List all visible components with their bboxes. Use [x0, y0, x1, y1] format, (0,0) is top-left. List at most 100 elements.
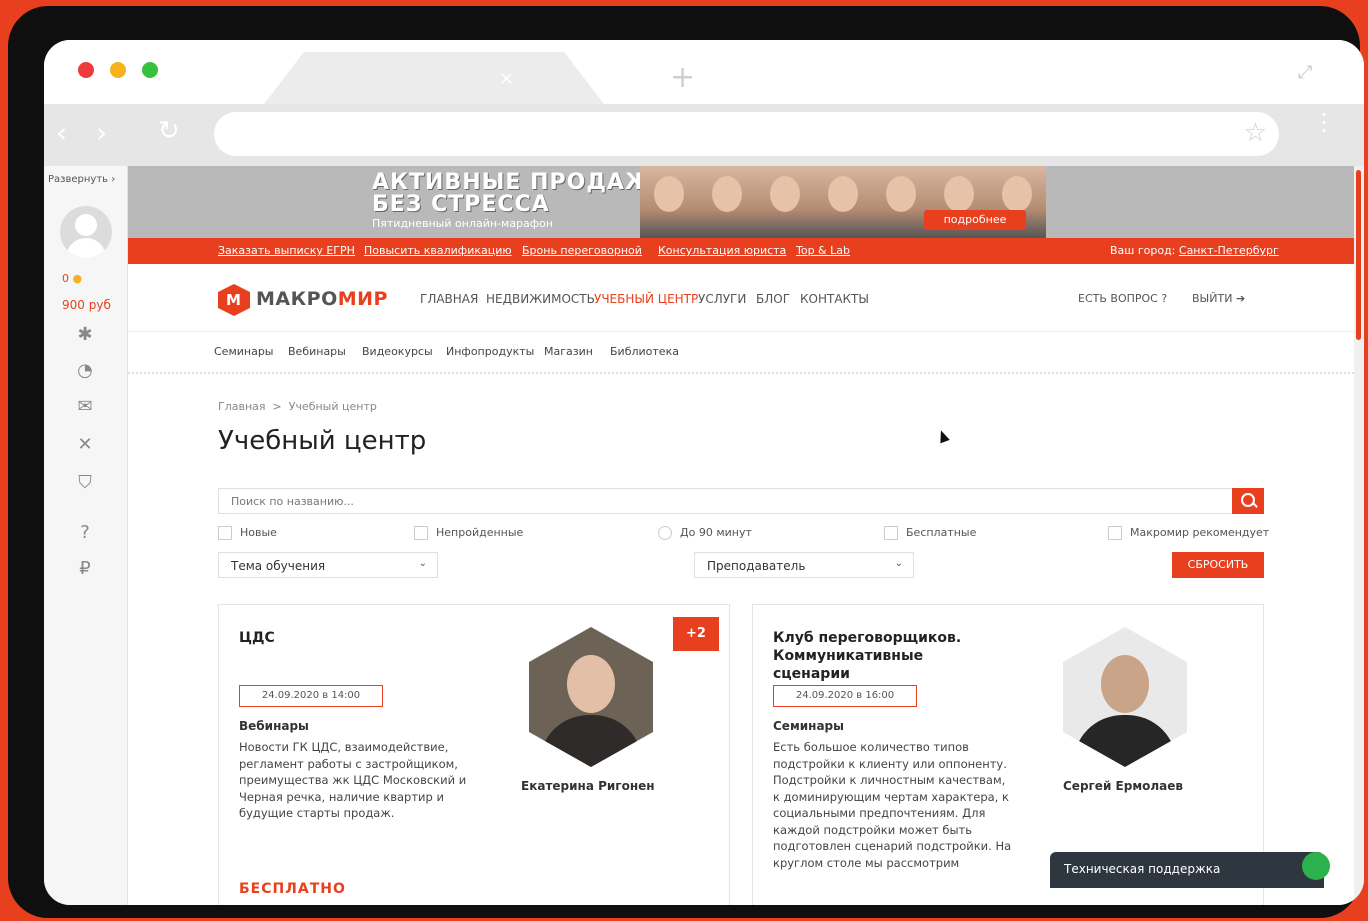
banner-photo — [698, 166, 756, 238]
filter-under-90[interactable]: До 90 минут — [658, 526, 752, 540]
bookmark-star-icon[interactable]: ☆ — [1244, 118, 1267, 148]
filter-free[interactable]: Бесплатные — [884, 526, 976, 540]
subnav-videocourses[interactable]: Видеокурсы — [362, 345, 433, 358]
filter-new[interactable]: Новые — [218, 526, 277, 540]
sidebar-expand[interactable]: Развернуть › — [48, 174, 115, 185]
teacher-photo — [1063, 627, 1187, 767]
logout-icon: ➔ — [1235, 292, 1246, 305]
close-window-button[interactable] — [78, 62, 94, 78]
card-description: Новости ГК ЦДС, взаимодействие, регламен… — [239, 740, 467, 820]
link-lawyer[interactable]: Консультация юриста — [658, 244, 786, 257]
main-content: Главная > Учебный центр Учебный центр Но… — [128, 374, 1354, 905]
top-links-bar: Заказать выписку ЕГРН Повысить квалифика… — [128, 238, 1354, 264]
nav-blog[interactable]: БЛОГ — [756, 292, 790, 306]
tools-icon[interactable]: ✕ — [72, 432, 98, 458]
breadcrumb-home[interactable]: Главная — [218, 400, 266, 413]
checkbox[interactable] — [1108, 526, 1122, 540]
subnav-seminars[interactable]: Семинары — [214, 345, 274, 358]
fullscreen-icon[interactable]: ⤢ — [1298, 62, 1312, 83]
minimize-window-button[interactable] — [110, 62, 126, 78]
coins-balance: 0 ● — [62, 272, 83, 285]
question-link[interactable]: ЕСТЬ ВОПРОС ? — [1078, 292, 1167, 305]
chevron-down-icon: ⌄ — [894, 558, 903, 569]
link-toplab[interactable]: Top & Lab — [796, 244, 850, 257]
banner-subtitle: Пятидневный онлайн-марафон — [372, 217, 554, 230]
link-room-booking[interactable]: Бронь переговорной — [522, 244, 642, 257]
new-tab-icon[interactable]: + — [670, 60, 695, 95]
page-scrollbar[interactable] — [1354, 166, 1364, 905]
browser-menu-icon[interactable]: ⋮ — [1312, 110, 1336, 134]
checkbox[interactable] — [884, 526, 898, 540]
nav-services[interactable]: УСЛУГИ — [698, 292, 746, 306]
browser-tab[interactable] — [264, 52, 604, 104]
logout-link[interactable]: ВЫЙТИ ➔ — [1192, 292, 1245, 305]
filter-not-completed[interactable]: Непройденные — [414, 526, 523, 540]
card-title[interactable]: ЦДС — [239, 629, 459, 647]
banner-photo — [814, 166, 872, 238]
nav-contacts[interactable]: КОНТАКТЫ — [800, 292, 869, 306]
search-icon[interactable] — [1232, 488, 1264, 514]
breadcrumb: Главная > Учебный центр — [218, 400, 377, 413]
coin-icon: ● — [72, 272, 83, 285]
address-bar[interactable]: ☆ — [214, 112, 1279, 156]
city-link[interactable]: Санкт-Петербург — [1179, 244, 1279, 257]
title-bar: × + ⤢ — [44, 40, 1364, 104]
city-selector[interactable]: Ваш город: Санкт-Петербург — [1110, 244, 1279, 257]
link-qualification[interactable]: Повысить квалификацию — [364, 244, 512, 257]
nav-home[interactable]: ГЛАВНАЯ — [420, 292, 478, 306]
teacher-photo — [529, 627, 653, 767]
nav-training-center[interactable]: УЧЕБНЫЙ ЦЕНТР — [594, 292, 698, 306]
avatar[interactable] — [60, 206, 112, 258]
banner-more-button[interactable]: подробнее — [924, 210, 1026, 230]
nav-realty[interactable]: НЕДВИЖИМОСТЬ — [486, 292, 595, 306]
teacher-name: Екатерина Ригонен — [521, 779, 655, 793]
checkbox[interactable] — [414, 526, 428, 540]
more-dates-badge[interactable]: +2 — [673, 617, 719, 651]
ruble-icon[interactable]: ₽ — [72, 556, 98, 582]
browser-toolbar: ‹ › ↻ ☆ ⋮ — [44, 104, 1364, 166]
help-icon[interactable]: ? — [72, 520, 98, 546]
chevron-down-icon: ⌄ — [418, 558, 427, 569]
chat-icon — [1302, 852, 1330, 880]
price-label: БЕСПЛАТНО — [239, 881, 346, 897]
maximize-window-button[interactable] — [142, 62, 158, 78]
subnav-infoproducts[interactable]: Инфопродукты — [446, 345, 534, 358]
logo[interactable]: МАКРОМИР — [256, 288, 388, 310]
forward-icon[interactable]: › — [96, 116, 107, 149]
tech-support-widget[interactable]: Техническая поддержка — [1050, 852, 1330, 888]
teacher-name: Сергей Ермолаев — [1063, 779, 1183, 793]
course-card[interactable]: ЦДС 24.09.2020 в 14:00 Вебинары Новости … — [218, 604, 730, 905]
checkbox[interactable] — [218, 526, 232, 540]
card-date: 24.09.2020 в 14:00 — [239, 685, 383, 707]
subnav-library[interactable]: Библиотека — [610, 345, 679, 358]
card-date: 24.09.2020 в 16:00 — [773, 685, 917, 707]
shield-icon[interactable]: ⛉ — [72, 470, 98, 496]
reset-button[interactable]: СБРОСИТЬ — [1172, 552, 1264, 578]
tab-close-icon[interactable]: × — [499, 68, 514, 89]
topic-select[interactable]: Тема обучения ⌄ — [218, 552, 438, 578]
sidebar: Развернуть › 0 ● 900 руб ✱ ◔ ✉ ✕ ⛉ ? ₽ — [44, 166, 128, 905]
logo-icon[interactable] — [218, 284, 250, 316]
link-egrn[interactable]: Заказать выписку ЕГРН — [218, 244, 355, 257]
sub-navigation: Семинары Вебинары Видеокурсы Инфопродукт… — [128, 332, 1354, 374]
card-description: Есть большое количество типов подстройки… — [773, 740, 1012, 870]
card-category: Семинары — [773, 719, 844, 733]
back-icon[interactable]: ‹ — [56, 116, 67, 149]
gear-icon[interactable]: ✱ — [72, 322, 98, 348]
teacher-select[interactable]: Преподаватель ⌄ — [694, 552, 914, 578]
banner-photo — [640, 166, 698, 238]
banner-photo — [756, 166, 814, 238]
subnav-shop[interactable]: Магазин — [544, 345, 593, 358]
subnav-webinars[interactable]: Вебинары — [288, 345, 346, 358]
checkbox[interactable] — [658, 526, 672, 540]
chevron-right-icon: › — [111, 174, 116, 185]
promo-banner[interactable]: АКТИВНЫЕ ПРОДАЖИ БЕЗ СТРЕССА Пятидневный… — [128, 166, 1354, 238]
search-input[interactable] — [218, 488, 1264, 514]
chat-icon[interactable]: ✉ — [72, 394, 98, 420]
browser-window: × + ⤢ ‹ › ↻ ☆ ⋮ Развернуть › 0 ● 900 руб… — [44, 40, 1364, 905]
filter-recommended[interactable]: Макромир рекомендует — [1108, 526, 1269, 540]
card-title[interactable]: Клуб переговорщиков. Коммуникативные сце… — [773, 629, 993, 683]
history-icon[interactable]: ◔ — [72, 358, 98, 384]
reload-icon[interactable]: ↻ — [158, 116, 180, 146]
scrollbar-thumb[interactable] — [1356, 170, 1361, 340]
